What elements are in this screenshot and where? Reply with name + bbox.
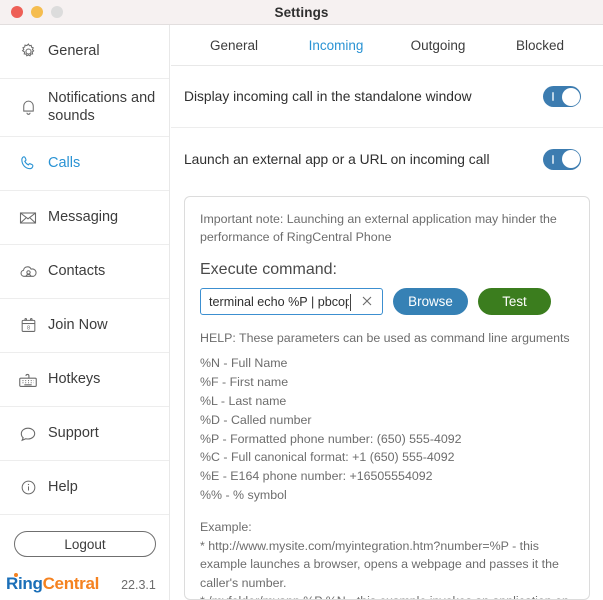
sidebar-item-label: Join Now — [48, 316, 108, 333]
calendar-icon: 8 — [11, 316, 45, 335]
window-title: Settings — [274, 4, 329, 20]
logout-container: Logout — [0, 515, 169, 557]
logout-button[interactable]: Logout — [14, 531, 156, 557]
sidebar-item-hotkeys[interactable]: Hotkeys — [0, 353, 169, 407]
app-version: 22.3.1 — [121, 578, 156, 592]
sidebar-item-label: Hotkeys — [48, 370, 101, 387]
setting-label: Launch an external app or a URL on incom… — [184, 151, 490, 167]
svg-text:8: 8 — [26, 325, 29, 331]
sidebar-item-label: General — [48, 42, 100, 59]
tab-general[interactable]: General — [183, 25, 285, 66]
list-item: %F - First name — [200, 375, 289, 390]
list-item: %D - Called number — [200, 412, 312, 427]
test-button[interactable]: Test — [478, 288, 551, 316]
title-bar: Settings — [0, 0, 603, 25]
sidebar: General Notifications and sounds Calls M… — [0, 25, 170, 600]
clear-icon[interactable] — [360, 294, 374, 308]
toggle-knob — [561, 87, 580, 106]
help-heading: HELP: These parameters can be used as co… — [200, 331, 570, 346]
brand-name-first: Ring — [6, 574, 43, 593]
sidebar-item-label: Support — [48, 424, 99, 441]
sidebar-item-label: Calls — [48, 154, 81, 171]
command-row: Browse Test — [200, 288, 574, 316]
sidebar-item-messaging[interactable]: Messaging — [0, 191, 169, 245]
external-app-panel: Important note: Launching an external ap… — [184, 196, 590, 600]
sidebar-item-calls[interactable]: Calls — [0, 137, 169, 191]
sidebar-item-general[interactable]: General — [0, 25, 169, 79]
bell-icon — [11, 98, 45, 117]
list-item: %E - E164 phone number: +16505554092 — [200, 469, 433, 484]
tab-incoming[interactable]: Incoming — [285, 25, 387, 66]
sidebar-item-notifications[interactable]: Notifications and sounds — [0, 79, 169, 137]
parameter-list: %N - Full Name %F - First name %L - Last… — [200, 354, 574, 505]
important-note: Important note: Launching an external ap… — [200, 212, 557, 244]
setting-row-standalone-window: Display incoming call in the standalone … — [171, 66, 603, 128]
example-line: * http://www.mysite.com/myintegration.ht… — [200, 538, 559, 590]
sidebar-item-label: Help — [48, 478, 78, 495]
example-block: Example: * http://www.mysite.com/myinteg… — [200, 518, 574, 599]
contacts-cloud-icon — [11, 261, 45, 282]
brand-name-second: Central — [42, 574, 100, 593]
main-content: General Incoming Outgoing Blocked Displa… — [171, 25, 603, 600]
sidebar-item-help[interactable]: Help — [0, 461, 169, 515]
list-item: %C - Full canonical format: +1 (650) 555… — [200, 450, 455, 465]
setting-label: Display incoming call in the standalone … — [184, 89, 472, 104]
browse-button[interactable]: Browse — [393, 288, 468, 316]
sidebar-item-join-now[interactable]: 8 Join Now — [0, 299, 169, 353]
list-item: %P - Formatted phone number: (650) 555-4… — [200, 431, 462, 446]
sidebar-item-label: Contacts — [48, 262, 106, 279]
toggle-knob — [561, 150, 580, 168]
settings-window: Settings General Notifications and sound… — [0, 0, 603, 600]
toggle-standalone-window[interactable] — [543, 86, 581, 107]
phone-icon — [11, 154, 45, 173]
text-caret — [350, 294, 351, 312]
toggle-external-app[interactable] — [543, 148, 581, 170]
list-item: %N - Full Name — [200, 356, 288, 371]
logo-dot-icon — [14, 573, 18, 577]
list-item: %% - % symbol — [200, 488, 287, 503]
gear-icon — [11, 42, 45, 61]
tab-outgoing[interactable]: Outgoing — [387, 25, 489, 66]
command-input[interactable] — [209, 294, 349, 309]
example-heading: Example: — [200, 519, 252, 534]
toggle-on-mark-icon — [552, 154, 554, 164]
tab-bar: General Incoming Outgoing Blocked — [171, 25, 603, 66]
sidebar-item-label: Messaging — [48, 208, 119, 225]
envelope-icon — [11, 208, 45, 228]
setting-row-external-app: Launch an external app or a URL on incom… — [171, 128, 603, 190]
brand-row: RingCentral 22.3.1 — [6, 573, 156, 594]
list-item: %L - Last name — [200, 393, 287, 408]
ringcentral-logo: RingCentral — [6, 573, 100, 594]
sidebar-item-contacts[interactable]: Contacts — [0, 245, 169, 299]
execute-command-label: Execute command: — [200, 261, 337, 279]
toggle-on-mark-icon — [552, 92, 554, 101]
tab-blocked[interactable]: Blocked — [489, 25, 591, 66]
command-input-wrapper[interactable] — [200, 288, 383, 316]
example-line: * /myfolder/myapp %P %N - this example i… — [200, 592, 574, 599]
info-circle-icon — [11, 478, 45, 497]
keyboard-icon — [11, 369, 45, 391]
chat-bubble-icon — [11, 424, 45, 444]
sidebar-item-support[interactable]: Support — [0, 407, 169, 461]
sidebar-item-label: Notifications and sounds — [48, 89, 156, 124]
